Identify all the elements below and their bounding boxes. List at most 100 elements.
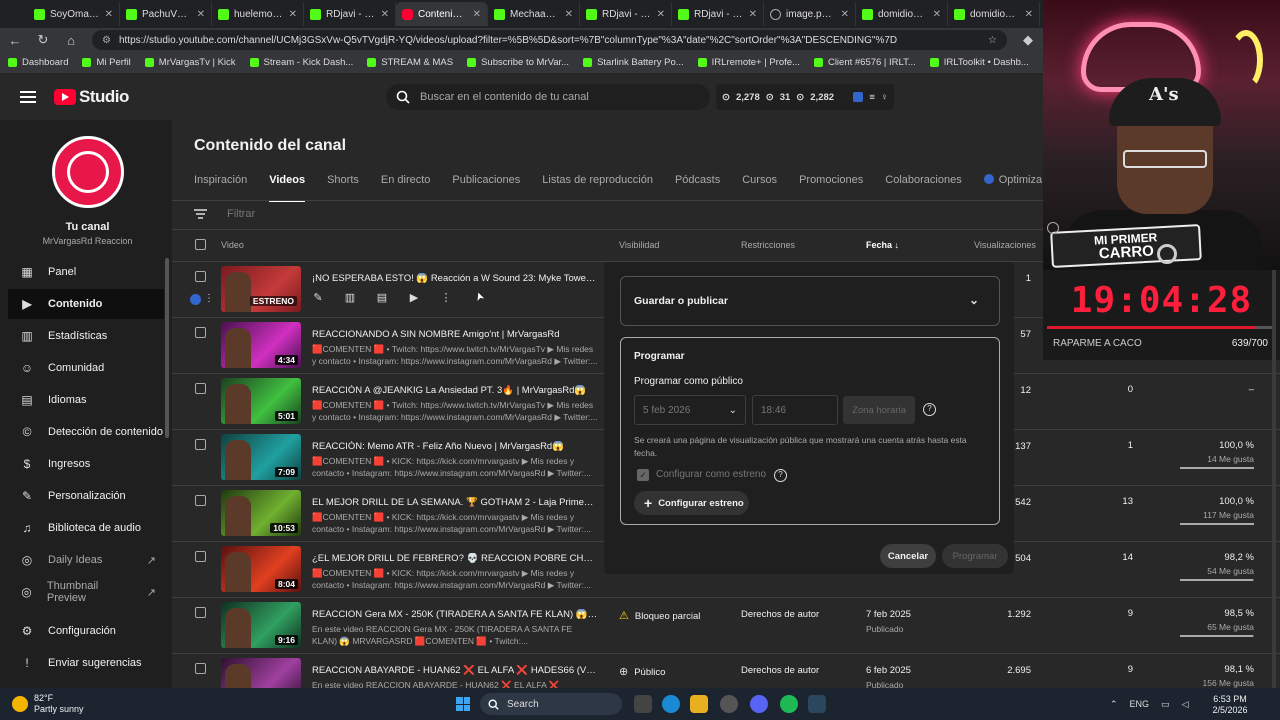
row-checkbox[interactable] <box>195 607 206 618</box>
edge-icon[interactable] <box>662 695 680 713</box>
tab-2[interactable]: Shorts <box>327 174 359 202</box>
column-restrictions[interactable]: Restricciones <box>741 240 795 250</box>
video-thumbnail[interactable]: ESTRENO <box>221 266 301 312</box>
close-icon[interactable]: ✕ <box>749 9 757 20</box>
browser-tab[interactable]: RDjavi - Watch ✕ <box>304 2 396 26</box>
premiere-checkbox[interactable]: ✓ <box>637 469 649 481</box>
sidebar-item-feedback[interactable]: ! Enviar sugerencias <box>8 648 164 678</box>
tab-4[interactable]: Publicaciones <box>452 174 520 202</box>
menu-icon[interactable] <box>20 91 36 103</box>
bookmark-item[interactable]: Mi Perfil <box>82 57 131 68</box>
select-all-checkbox[interactable] <box>195 239 206 250</box>
discord-icon[interactable] <box>750 695 768 713</box>
taskbar-clock[interactable]: 6:53 PM 2/5/2026 <box>1204 694 1256 716</box>
browser-tab[interactable]: huelemoco - W ✕ <box>212 2 304 26</box>
channel-avatar[interactable] <box>52 136 124 208</box>
tray-arrow-icon[interactable]: ⌃ <box>1110 699 1118 710</box>
browser-tab[interactable]: RDjavi - Watch ✕ <box>672 2 764 26</box>
help-icon[interactable]: ? <box>774 469 787 482</box>
row-checkbox[interactable] <box>195 439 206 450</box>
spotify-icon[interactable] <box>780 695 798 713</box>
page-scrollbar[interactable] <box>1272 270 1276 688</box>
browser-tab[interactable]: Contenido del c ✕ <box>396 2 488 26</box>
close-icon[interactable]: ✕ <box>105 9 113 20</box>
reload-icon[interactable]: ↻ <box>36 32 50 48</box>
sidebar-item-analytics[interactable]: ▥ Estadísticas <box>8 321 164 351</box>
close-icon[interactable]: ✕ <box>1025 9 1033 20</box>
sidebar-item-copyright[interactable]: © Detección de contenido <box>8 417 164 447</box>
close-icon[interactable]: ✕ <box>565 9 573 20</box>
external-link-icon[interactable]: ↗ <box>147 586 156 599</box>
browser-tab[interactable]: domidios - Wa ✕ <box>948 2 1040 26</box>
sidebar-item-settings[interactable]: ⚙ Configuración <box>8 616 164 646</box>
analytics-icon[interactable]: ▥ <box>344 292 356 304</box>
weather-widget[interactable]: 82°F Partly sunny <box>12 693 84 715</box>
sidebar-item-earn[interactable]: $ Ingresos <box>8 449 164 479</box>
steam-icon[interactable] <box>808 695 826 713</box>
bookmark-item[interactable]: Starlink Battery Po... <box>583 57 684 68</box>
close-icon[interactable]: ✕ <box>657 9 665 20</box>
sidebar-item-customization[interactable]: ✎ Personalización <box>8 481 164 511</box>
list-icon[interactable]: ≡ <box>869 92 875 103</box>
video-title[interactable]: ¡NO ESPERABA ESTO! 😱 Reacción a W Sound … <box>312 273 598 284</box>
studio-logo[interactable]: Studio <box>54 87 129 107</box>
sidebar-scrollbar[interactable] <box>165 258 169 438</box>
close-icon[interactable]: ✕ <box>841 9 849 20</box>
sidebar-item-audio-library[interactable]: ♫ Biblioteca de audio <box>8 513 164 543</box>
back-icon[interactable]: ← <box>8 33 22 48</box>
configure-premiere-button[interactable]: + Configurar estreno <box>634 491 749 515</box>
bookmark-item[interactable]: Stream - Kick Dash... <box>249 57 353 68</box>
network-icon[interactable]: ▭ <box>1161 699 1170 710</box>
home-icon[interactable]: ⌂ <box>64 33 78 48</box>
video-title[interactable]: EL MEJOR DRILL DE LA SEMANA. 🏆 GOTHAM 2 … <box>312 497 598 508</box>
row-checkbox[interactable] <box>195 271 206 282</box>
video-thumbnail[interactable]: 10:53 <box>221 490 301 536</box>
browser-tab[interactable]: Mechaaax - Wa ✕ <box>488 2 580 26</box>
windows-start-icon[interactable] <box>456 697 470 711</box>
browser-tab[interactable]: PachuVT - Watc ✕ <box>120 2 212 26</box>
browser-tab[interactable]: SoyOmarTV - W ✕ <box>28 2 120 26</box>
column-visibility[interactable]: Visibilidad <box>619 240 659 250</box>
video-thumbnail[interactable]: 8:04 <box>221 546 301 592</box>
bookmark-star-icon[interactable]: ☆ <box>988 35 997 46</box>
close-icon[interactable]: ✕ <box>197 9 205 20</box>
video-title[interactable]: REACCION ABAYARDE - HUAN62 ❌ EL ALFA ❌ H… <box>312 665 598 676</box>
video-title[interactable]: REACCIÓN A @JEANKIG La Ansiedad PT. 3🔥 |… <box>312 385 598 396</box>
row-checkbox[interactable] <box>195 383 206 394</box>
bookmark-item[interactable]: IRLremote+ | Profe... <box>697 57 800 68</box>
extension-icon[interactable]: ◆ <box>1021 32 1035 48</box>
browser-tab[interactable]: RDjavi - Watch ✕ <box>580 2 672 26</box>
tab-7[interactable]: Cursos <box>742 174 777 202</box>
row-checkbox[interactable] <box>195 551 206 562</box>
time-input[interactable]: 18:46 <box>752 395 838 425</box>
search-input[interactable]: Buscar en el contenido de tu canal <box>386 84 710 110</box>
video-title[interactable]: REACCIONANDO A SIN NOMBRE Amigo'nt | MrV… <box>312 329 598 340</box>
address-bar[interactable]: ⚙ https://studio.youtube.com/channel/UCM… <box>92 30 1007 50</box>
idea-icon[interactable]: ♀ <box>881 92 888 103</box>
tab-10[interactable]: Optimiza <box>983 174 1042 202</box>
video-thumbnail[interactable] <box>221 658 301 688</box>
file-explorer-icon[interactable] <box>690 695 708 713</box>
sidebar-item-content[interactable]: ▶ Contenido <box>8 289 164 319</box>
taskbar-search[interactable]: Search <box>480 693 622 715</box>
sidebar-item-ideas[interactable]: ◎ Daily Ideas ↗ <box>8 545 164 575</box>
close-icon[interactable]: ✕ <box>473 9 481 20</box>
more-options-icon[interactable]: ⋮ <box>440 292 452 304</box>
filter-bar[interactable]: Filtrar <box>194 208 255 220</box>
timezone-button[interactable]: Zona horaria <box>843 396 915 424</box>
assistant-badge-icon[interactable] <box>190 294 201 305</box>
video-thumbnail[interactable]: 4:34 <box>221 322 301 368</box>
more-vert-icon[interactable]: ⋮ <box>204 293 214 304</box>
video-thumbnail[interactable]: 5:01 <box>221 378 301 424</box>
bookmark-item[interactable]: MrVargasTv | Kick <box>144 57 236 68</box>
help-icon[interactable]: ? <box>923 403 936 416</box>
row-checkbox[interactable] <box>195 327 206 338</box>
save-or-publish-section[interactable]: Guardar o publicar ⌄ <box>620 276 1000 326</box>
row-checkbox[interactable] <box>195 495 206 506</box>
sidebar-item-community[interactable]: ☺ Comunidad <box>8 353 164 383</box>
cancel-button[interactable]: Cancelar <box>880 544 936 568</box>
close-icon[interactable]: ✕ <box>933 9 941 20</box>
youtube-view-icon[interactable]: ▶ <box>408 292 420 304</box>
browser-tab[interactable]: domidios - Wa ✕ <box>856 2 948 26</box>
filter-input[interactable]: Filtrar <box>227 208 255 220</box>
